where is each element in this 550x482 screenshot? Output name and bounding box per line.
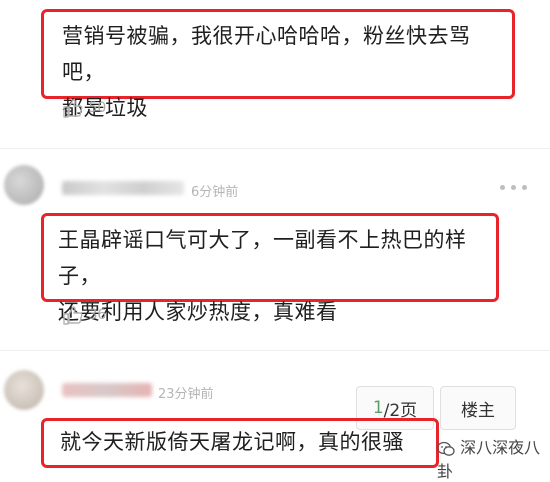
divider bbox=[0, 350, 550, 351]
comment-2-like-count: 36 bbox=[88, 307, 107, 323]
current-page: 1 bbox=[372, 398, 384, 418]
comment-2-text: 王晶辟谣口气可大了，一副看不上热巴的样子， 还要利用人家炒热度，真难看 bbox=[58, 222, 494, 330]
wechat-icon bbox=[436, 438, 460, 457]
avatar bbox=[4, 370, 44, 410]
floor-owner-label: 楼主 bbox=[461, 400, 495, 421]
avatar bbox=[4, 165, 44, 205]
watermark: 深八深夜八卦 bbox=[436, 434, 550, 482]
comment-3-text: 就今天新版倚天屠龙记啊，真的很骚 bbox=[60, 424, 436, 460]
floor-owner-button[interactable]: 楼主 bbox=[440, 386, 516, 430]
thumbs-up-icon bbox=[62, 99, 88, 118]
thumbs-up-icon bbox=[62, 306, 88, 325]
divider bbox=[0, 148, 550, 149]
comment-1-line-2: 都是垃圾 bbox=[62, 96, 148, 120]
comment-2-line-2: 还要利用人家炒热度，真难看 bbox=[58, 300, 338, 324]
comment-2-time: 6分钟前 bbox=[191, 185, 239, 200]
comment-1-text: 营销号被骗，我很开心哈哈哈，粉丝快去骂吧， 都是垃圾 bbox=[62, 18, 502, 126]
comment-2-like[interactable]: 36 bbox=[62, 305, 106, 325]
comment-3-line-1: 就今天新版倚天屠龙记啊，真的很骚 bbox=[60, 430, 404, 454]
comment-1-like[interactable]: 50 bbox=[62, 98, 106, 118]
total-pages: /2页 bbox=[383, 400, 418, 421]
comment-1-line-1: 营销号被骗，我很开心哈哈哈，粉丝快去骂吧， bbox=[62, 24, 471, 84]
comment-3-time: 23分钟前 bbox=[158, 387, 214, 402]
more-options-icon[interactable] bbox=[500, 185, 530, 191]
username-blurred bbox=[62, 181, 184, 195]
comment-2-line-1: 王晶辟谣口气可大了，一副看不上热巴的样子， bbox=[58, 228, 467, 288]
username-blurred bbox=[62, 383, 152, 397]
comment-1-like-count: 50 bbox=[88, 100, 107, 116]
